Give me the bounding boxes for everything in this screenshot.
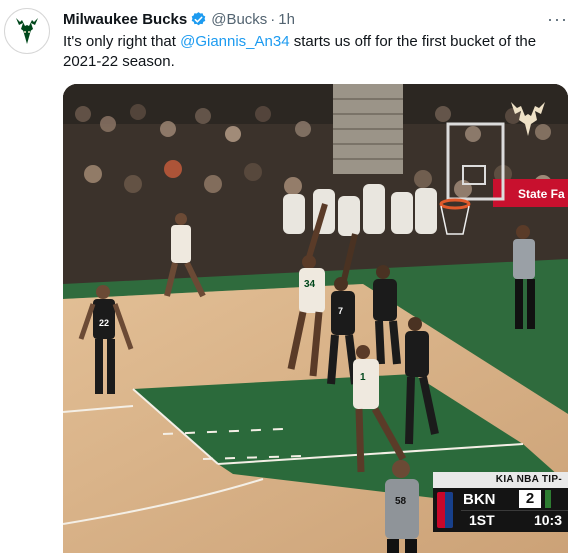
scoreboard-clock: 10:3 (533, 512, 562, 528)
mention-link[interactable]: @Giannis_An34 (180, 33, 289, 50)
verified-badge-icon (190, 11, 207, 28)
timestamp[interactable]: 1h (278, 11, 295, 28)
display-name[interactable]: Milwaukee Bucks (63, 11, 187, 28)
handle[interactable]: @Bucks (211, 11, 267, 28)
referee-number: 58 (395, 496, 407, 507)
player-number-22: 22 (99, 318, 109, 328)
court-sign: State Fa (518, 187, 565, 201)
player-number-7: 7 (338, 306, 343, 316)
bucks-logo-icon (16, 18, 38, 44)
scoreboard-score: 2 (519, 490, 541, 508)
scoreboard-period: 1ST (469, 512, 495, 528)
scoreboard-team: BKN (463, 491, 496, 508)
scoreboard-accent (545, 490, 551, 508)
player-number-1: 1 (360, 372, 366, 383)
nba-logo-icon (437, 492, 453, 528)
more-icon[interactable]: ··· (547, 9, 568, 29)
scoreboard-main: BKN 2 1ST 10:3 (433, 488, 568, 532)
scoreboard-divider (461, 510, 568, 511)
video-player[interactable]: State Fa 22 34 7 1 58 KIA NBA TIP- BKN 2… (63, 84, 568, 553)
scoreboard-header: KIA NBA TIP- (433, 472, 568, 488)
avatar[interactable] (4, 8, 50, 54)
tweet-text: It's only right that @Giannis_An34 start… (63, 32, 563, 72)
tweet-text-before: It's only right that (63, 33, 181, 50)
tweet-header: Milwaukee Bucks @Bucks · 1h ··· (63, 9, 578, 29)
scoreboard: KIA NBA TIP- BKN 2 1ST 10:3 (433, 472, 568, 532)
player-number-34: 34 (304, 279, 316, 290)
separator-dot: · (270, 10, 276, 28)
